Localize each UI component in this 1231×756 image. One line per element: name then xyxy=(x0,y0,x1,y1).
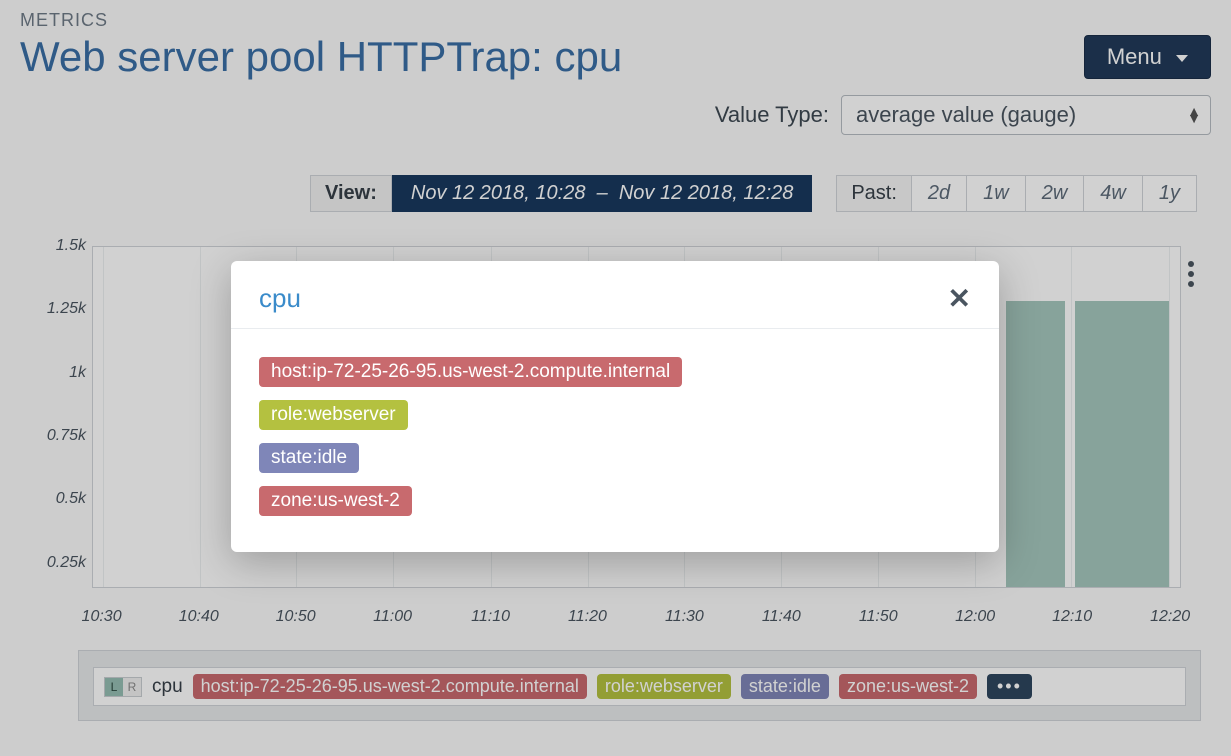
x-tick: 12:10 xyxy=(1052,608,1092,626)
gridline xyxy=(103,247,104,587)
x-tick: 11:40 xyxy=(762,608,801,626)
page-root: METRICS Web server pool HTTPTrap: cpu Me… xyxy=(0,0,1231,756)
axis-side-right[interactable]: R xyxy=(123,678,141,696)
modal-tag-host[interactable]: host:ip-72-25-26-95.us-west-2.compute.in… xyxy=(259,357,682,387)
past-option-4w[interactable]: 4w xyxy=(1084,175,1143,212)
modal-title: cpu xyxy=(259,283,301,314)
past-option-2d[interactable]: 2d xyxy=(912,175,967,212)
title-row: Web server pool HTTPTrap: cpu Menu xyxy=(20,33,1211,81)
x-tick: 10:30 xyxy=(82,608,122,626)
x-tick: 12:20 xyxy=(1150,608,1190,626)
modal-tag-role[interactable]: role:webserver xyxy=(259,400,408,430)
y-tick: 1k xyxy=(69,364,86,382)
value-type-select[interactable]: average value (gauge) ▲▼ xyxy=(841,95,1211,135)
chart-menu-button[interactable] xyxy=(1177,254,1205,294)
x-tick: 10:40 xyxy=(179,608,219,626)
chart-bar[interactable] xyxy=(1075,301,1170,587)
menu-button-label: Menu xyxy=(1107,44,1162,69)
past-option-1y[interactable]: 1y xyxy=(1143,175,1197,212)
value-type-row: Value Type: average value (gauge) ▲▼ xyxy=(20,95,1211,135)
gridline xyxy=(1071,247,1072,587)
x-tick: 10:50 xyxy=(276,608,316,626)
modal-tag-zone[interactable]: zone:us-west-2 xyxy=(259,486,412,516)
gridline xyxy=(1169,247,1170,587)
legend-tag-zone[interactable]: zone:us-west-2 xyxy=(839,674,977,699)
y-tick: 1.25k xyxy=(47,300,86,318)
x-tick: 12:00 xyxy=(955,608,995,626)
view-group: View: Nov 12 2018, 10:28 – Nov 12 2018, … xyxy=(310,175,812,212)
page-title: Web server pool HTTPTrap: cpu xyxy=(20,33,622,81)
legend-panel: L R cpu host:ip-72-25-26-95.us-west-2.co… xyxy=(78,650,1201,721)
modal-tag-state[interactable]: state:idle xyxy=(259,443,359,473)
value-type-selected[interactable]: average value (gauge) xyxy=(841,95,1211,135)
past-option-2w[interactable]: 2w xyxy=(1026,175,1085,212)
x-tick: 11:10 xyxy=(471,608,510,626)
legend-tag-role[interactable]: role:webserver xyxy=(597,674,731,699)
view-range-start: Nov 12 2018, 10:28 xyxy=(411,182,586,204)
view-range-end: Nov 12 2018, 12:28 xyxy=(619,182,794,204)
past-label: Past: xyxy=(836,175,912,212)
x-axis: 10:30 10:40 10:50 11:00 11:10 11:20 11:3… xyxy=(92,596,1181,626)
y-tick: 1.5k xyxy=(56,237,86,255)
modal-header: cpu ✕ xyxy=(231,261,999,329)
legend-more-button[interactable]: ••• xyxy=(987,674,1032,699)
legend-row[interactable]: L R cpu host:ip-72-25-26-95.us-west-2.co… xyxy=(93,667,1186,706)
y-tick: 0.25k xyxy=(47,554,86,572)
axis-side-left[interactable]: L xyxy=(105,678,123,696)
modal-body: host:ip-72-25-26-95.us-west-2.compute.in… xyxy=(231,329,999,552)
breadcrumb[interactable]: METRICS xyxy=(20,10,1211,31)
x-tick: 11:00 xyxy=(373,608,412,626)
x-tick: 11:20 xyxy=(568,608,607,626)
chart-bar[interactable] xyxy=(1006,301,1065,587)
tags-modal: cpu ✕ host:ip-72-25-26-95.us-west-2.comp… xyxy=(231,261,999,552)
view-label: View: xyxy=(310,175,392,212)
view-range[interactable]: Nov 12 2018, 10:28 – Nov 12 2018, 12:28 xyxy=(392,175,813,212)
value-type-label: Value Type: xyxy=(715,102,829,128)
y-tick: 0.5k xyxy=(56,490,86,508)
past-group: Past: 2d 1w 2w 4w 1y xyxy=(836,175,1197,212)
x-tick: 11:50 xyxy=(859,608,898,626)
menu-button[interactable]: Menu xyxy=(1084,35,1211,79)
close-icon[interactable]: ✕ xyxy=(948,285,971,313)
controls-row: View: Nov 12 2018, 10:28 – Nov 12 2018, … xyxy=(20,175,1211,212)
legend-tag-host[interactable]: host:ip-72-25-26-95.us-west-2.compute.in… xyxy=(193,674,587,699)
y-axis: 1.5k 1.25k 1k 0.75k 0.5k 0.25k xyxy=(20,246,92,626)
chevron-down-icon xyxy=(1176,55,1188,62)
past-option-1w[interactable]: 1w xyxy=(967,175,1026,212)
updown-icon: ▲▼ xyxy=(1187,108,1201,122)
axis-side-toggle[interactable]: L R xyxy=(104,677,142,697)
legend-metric-name: cpu xyxy=(152,676,183,698)
y-tick: 0.75k xyxy=(47,427,86,445)
x-tick: 11:30 xyxy=(665,608,704,626)
gridline xyxy=(200,247,201,587)
legend-tag-state[interactable]: state:idle xyxy=(741,674,829,699)
